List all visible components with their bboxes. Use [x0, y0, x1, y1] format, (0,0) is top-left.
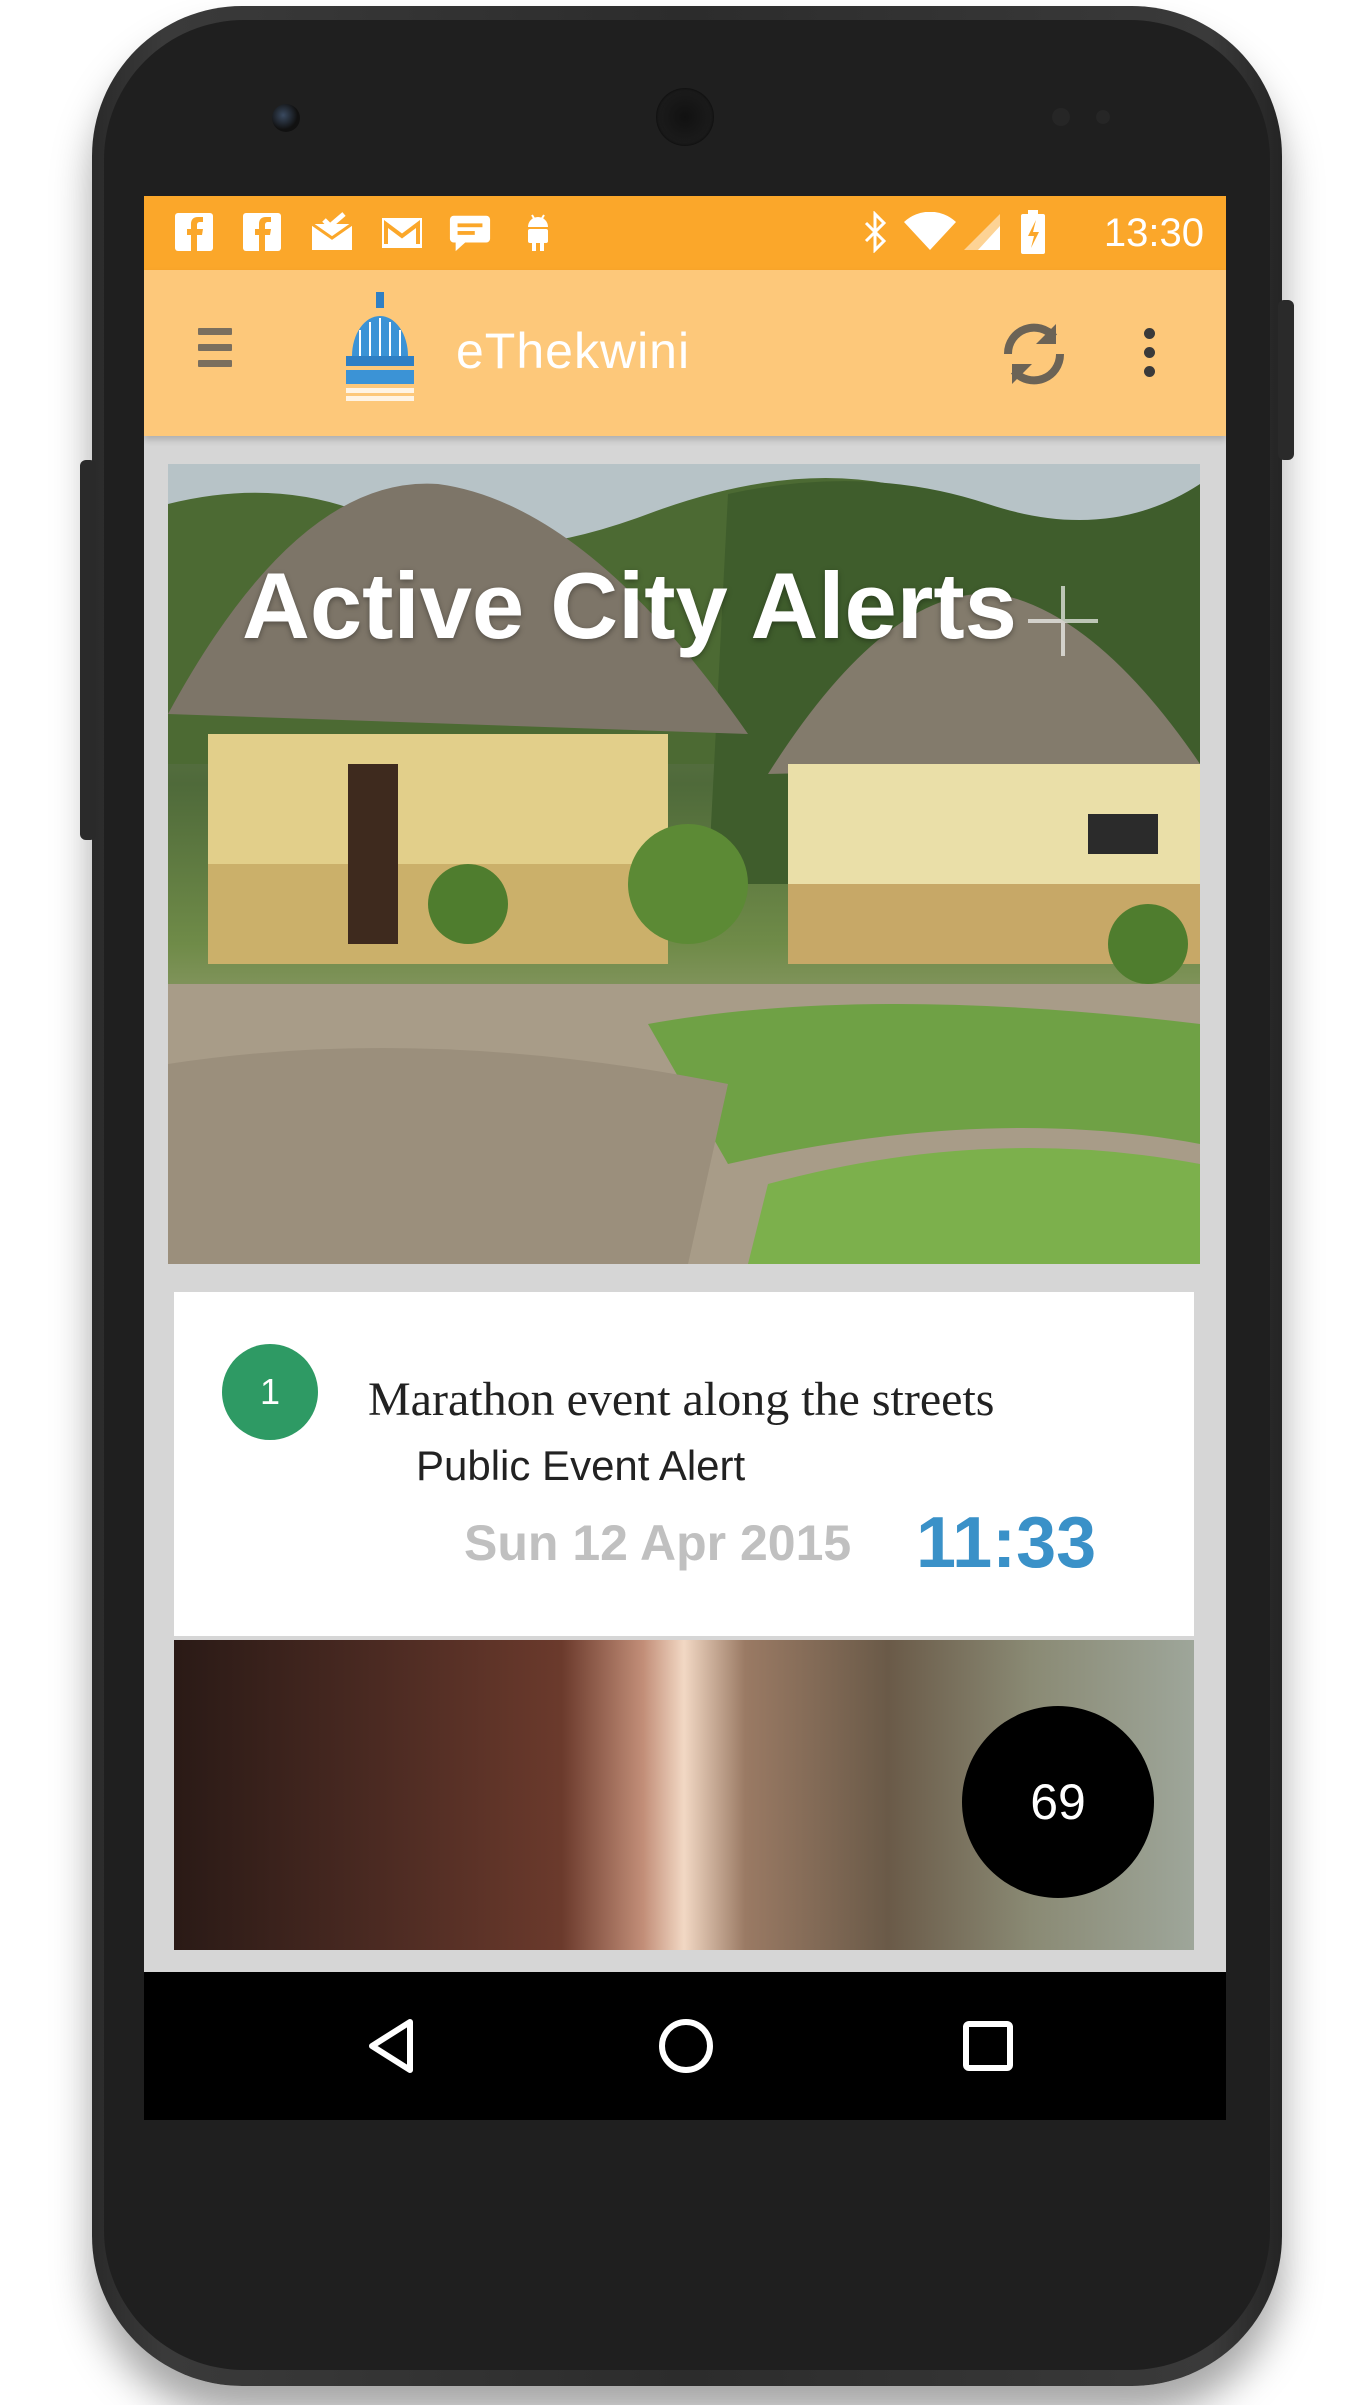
app-bar: eThekwini — [144, 270, 1226, 436]
refresh-icon[interactable] — [994, 314, 1074, 394]
android-icon — [516, 210, 560, 254]
facebook-icon — [240, 210, 284, 254]
signal-icon — [960, 210, 1004, 254]
facebook-icon — [172, 210, 216, 254]
overflow-menu-icon[interactable] — [1144, 328, 1158, 378]
alert-date: Sun 12 Apr 2015 — [464, 1515, 852, 1571]
wifi-icon — [902, 210, 958, 254]
back-icon[interactable] — [360, 2014, 424, 2078]
alert-time: 11:33 — [916, 1503, 1097, 1583]
navigation-bar — [144, 1972, 1226, 2120]
bluetooth-icon — [854, 210, 898, 254]
home-icon[interactable] — [654, 2014, 718, 2078]
mail-check-icon — [310, 210, 354, 254]
status-bar: 13:30 — [144, 196, 1226, 270]
menu-icon[interactable] — [198, 328, 232, 378]
screen: 13:30 eThekwini Active City Alerts 1 Mar… — [144, 196, 1226, 2120]
light-sensor — [1096, 110, 1110, 124]
hero-image-card[interactable]: Active City Alerts — [168, 464, 1200, 1264]
front-camera — [272, 104, 300, 132]
recents-icon[interactable] — [956, 2014, 1020, 2078]
alert-count-fab[interactable]: 69 — [962, 1706, 1154, 1898]
add-icon[interactable] — [1024, 582, 1102, 660]
clock: 13:30 — [1103, 211, 1204, 255]
power-button — [1278, 300, 1294, 460]
hero-title: Active City Alerts — [242, 553, 1017, 658]
app-title: eThekwini — [456, 323, 691, 379]
ethekwini-logo — [338, 292, 422, 412]
chat-icon — [448, 210, 492, 254]
earpiece-speaker — [656, 88, 714, 146]
gmail-icon — [380, 210, 424, 254]
alert-number-badge: 1 — [222, 1344, 318, 1440]
alert-title: Marathon event along the streets — [368, 1373, 995, 1426]
volume-button — [80, 460, 96, 840]
alert-card[interactable]: 1 Marathon event along the streets Publi… — [174, 1292, 1194, 1636]
proximity-sensor — [1052, 108, 1070, 126]
battery-charging-icon — [1016, 210, 1050, 254]
alert-type: Public Event Alert — [416, 1442, 746, 1489]
